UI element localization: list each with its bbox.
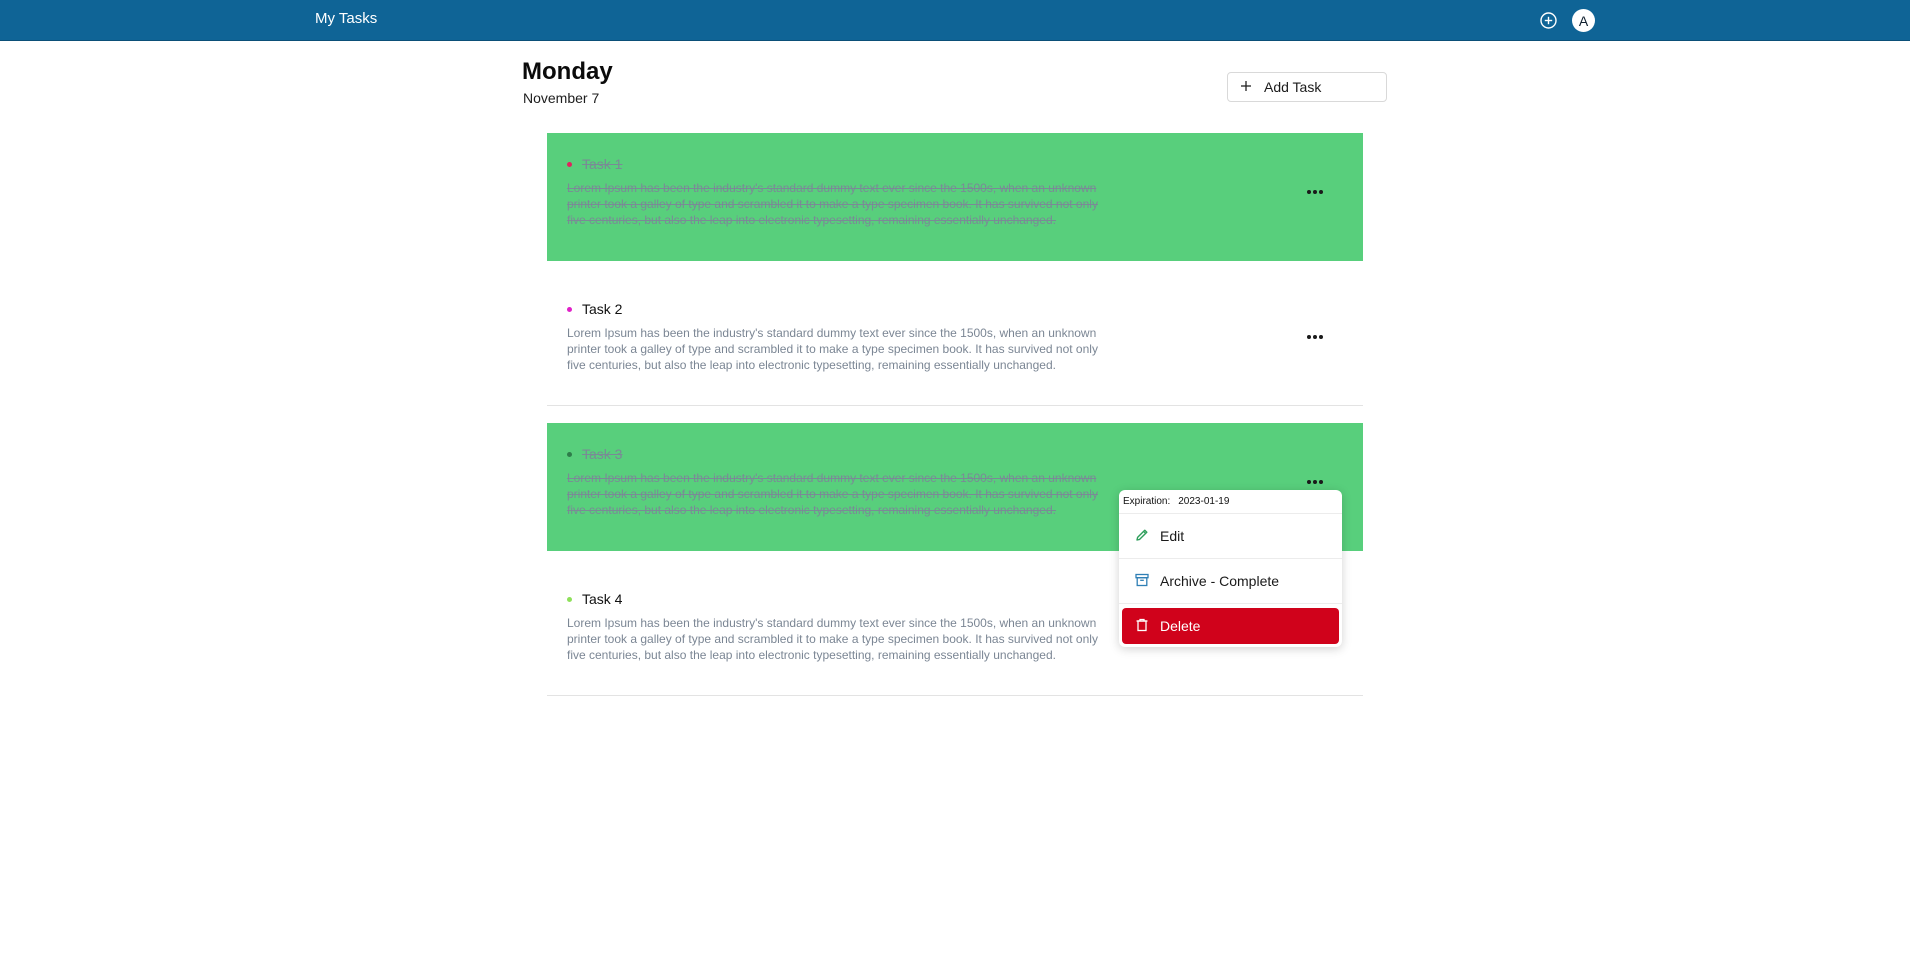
task-title: Task 4 — [582, 591, 623, 607]
expiration-value: 2023-01-19 — [1178, 496, 1230, 507]
menu-divider — [1119, 513, 1342, 514]
plus-icon — [1240, 79, 1252, 95]
task-card[interactable]: Task 2 Lorem Ipsum has been the industry… — [547, 278, 1363, 406]
more-options-button[interactable] — [1304, 185, 1326, 199]
edit-menu-item[interactable]: Edit — [1122, 518, 1339, 554]
task-title: Task 2 — [582, 301, 623, 317]
menu-divider — [1119, 558, 1342, 559]
task-title: Task 1 — [582, 156, 623, 172]
task-description: Lorem Ipsum has been the industry's stan… — [567, 181, 1098, 227]
app-title[interactable]: My Tasks — [315, 10, 377, 27]
task-card[interactable]: Task 1 Lorem Ipsum has been the industry… — [547, 133, 1363, 261]
task-description: Lorem Ipsum has been the industry's stan… — [567, 471, 1098, 517]
archive-complete-menu-item[interactable]: Archive - Complete — [1122, 563, 1339, 599]
priority-dot-icon — [567, 596, 572, 602]
more-options-button[interactable] — [1304, 330, 1326, 344]
avatar[interactable]: A — [1572, 9, 1595, 32]
page-date: November 7 — [523, 90, 600, 106]
page-title: Monday — [522, 58, 613, 85]
priority-dot-icon — [567, 451, 572, 457]
pencil-icon — [1134, 527, 1150, 546]
delete-menu-item[interactable]: Delete — [1122, 608, 1339, 644]
archive-icon — [1134, 572, 1150, 591]
expiration-label: Expiration: — [1123, 496, 1171, 507]
task-context-menu: Expiration: 2023-01-19 Edit Archive - Co… — [1119, 490, 1342, 647]
priority-dot-icon — [567, 306, 572, 312]
task-description: Lorem Ipsum has been the industry's stan… — [567, 616, 1098, 662]
priority-dot-icon — [567, 161, 572, 167]
task-title: Task 3 — [582, 446, 623, 462]
menu-divider — [1119, 603, 1342, 604]
archive-complete-label: Archive - Complete — [1160, 573, 1280, 589]
expiration-info: Expiration: 2023-01-19 — [1123, 496, 1229, 507]
plus-circle-icon[interactable] — [1539, 11, 1558, 30]
add-task-label: Add Task — [1264, 79, 1322, 95]
top-navbar: My Tasks A — [0, 0, 1910, 41]
delete-label: Delete — [1160, 618, 1201, 634]
more-options-button[interactable] — [1304, 475, 1326, 489]
task-description: Lorem Ipsum has been the industry's stan… — [567, 326, 1098, 372]
edit-label: Edit — [1160, 528, 1185, 544]
trash-icon — [1134, 617, 1150, 636]
add-task-button[interactable]: Add Task — [1227, 72, 1387, 102]
